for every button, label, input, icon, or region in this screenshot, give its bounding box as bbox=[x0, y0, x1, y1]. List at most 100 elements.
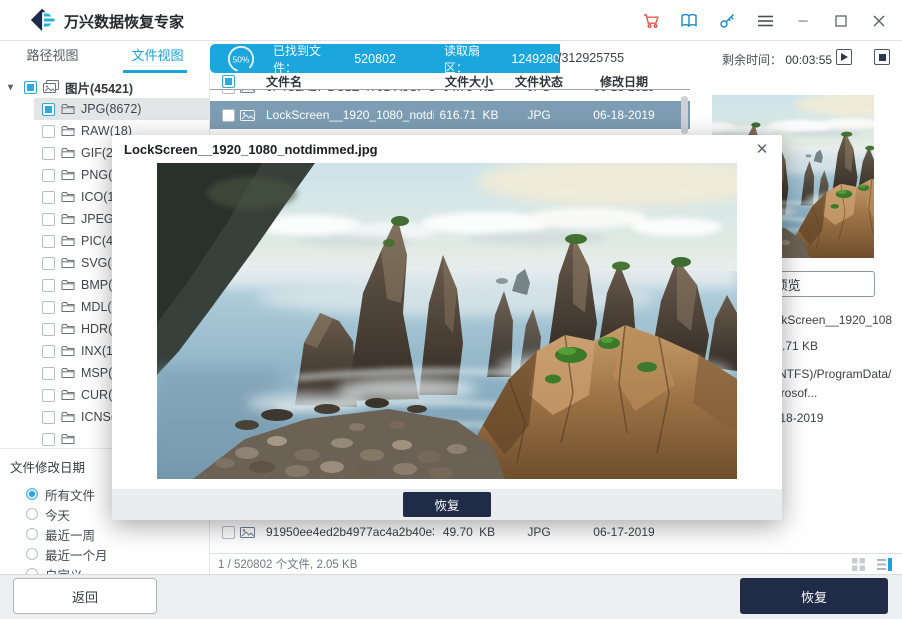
found-files-label: 已找到文件： bbox=[273, 42, 344, 76]
pictures-icon bbox=[43, 80, 59, 94]
modal-footer: 恢复 bbox=[112, 489, 782, 520]
image-file-icon bbox=[240, 527, 255, 538]
cell-file-status: JPG bbox=[504, 525, 574, 539]
radio-icon[interactable] bbox=[26, 508, 38, 520]
preview-modal: LockScreen__1920_1080_notdimmed.jpg ✕ 恢复 bbox=[112, 135, 782, 520]
view-tabs: 路径视图 文件视图 bbox=[0, 41, 210, 73]
tree-item-checkbox[interactable] bbox=[42, 147, 55, 160]
minimize-button[interactable]: ─ bbox=[794, 12, 812, 30]
grid-view-icon[interactable] bbox=[852, 558, 865, 571]
folder-icon bbox=[61, 257, 75, 269]
cell-modified-date: 06-18-2019 bbox=[574, 90, 674, 94]
radio-icon[interactable] bbox=[26, 528, 38, 540]
app-window: 万兴数据恢复专家 bbox=[0, 0, 902, 619]
scan-progress-bar: 50% 已找到文件： 520802 读取扇区： 1249280 /3129257… bbox=[210, 41, 902, 73]
tree-item-checkbox[interactable] bbox=[42, 169, 55, 182]
modal-recover-button[interactable]: 恢复 bbox=[403, 492, 491, 517]
tree-item-jpg[interactable]: JPG(8672) bbox=[34, 98, 209, 120]
chevron-down-icon[interactable]: ▾ bbox=[8, 82, 18, 93]
cell-file-name: 0F4C2A27-DC1E-4791-A5CF-379BB... bbox=[264, 90, 434, 94]
row-checkbox[interactable] bbox=[222, 526, 235, 539]
tree-item-checkbox[interactable] bbox=[42, 389, 55, 402]
close-button[interactable] bbox=[870, 12, 888, 30]
table-row-partial[interactable] bbox=[210, 546, 690, 553]
maximize-button[interactable] bbox=[832, 12, 850, 30]
tab-path-view[interactable]: 路径视图 bbox=[0, 41, 105, 73]
header-file-name[interactable]: 文件名 bbox=[264, 73, 434, 90]
list-view-icon[interactable] bbox=[877, 558, 892, 571]
radio-icon[interactable] bbox=[26, 548, 38, 560]
resume-scan-button[interactable] bbox=[836, 49, 852, 65]
tree-item-checkbox[interactable] bbox=[42, 323, 55, 336]
modal-close-icon[interactable]: ✕ bbox=[752, 139, 772, 159]
image-file-icon bbox=[240, 110, 255, 121]
header-file-status[interactable]: 文件状态 bbox=[504, 73, 574, 90]
row-checkbox[interactable] bbox=[222, 109, 235, 122]
radio-label: 最近一个月 bbox=[45, 545, 108, 564]
folder-icon bbox=[61, 367, 75, 379]
tree-item-checkbox[interactable] bbox=[42, 191, 55, 204]
cell-modified-date: 06-17-2019 bbox=[574, 525, 674, 539]
tree-item-checkbox[interactable] bbox=[42, 433, 55, 446]
tree-root-pictures[interactable]: ▾图片(45421) bbox=[0, 76, 209, 98]
folder-icon bbox=[61, 279, 75, 291]
tree-item-checkbox[interactable] bbox=[42, 301, 55, 314]
register-key-icon[interactable] bbox=[718, 12, 736, 30]
radio-icon[interactable] bbox=[26, 488, 38, 500]
row-checkbox[interactable] bbox=[222, 90, 235, 94]
cell-file-size: 616.71 KB bbox=[434, 108, 504, 122]
sectors-total-value: /312925755 bbox=[558, 51, 624, 65]
select-all-checkbox[interactable] bbox=[222, 75, 235, 88]
tree-item-checkbox[interactable] bbox=[42, 257, 55, 270]
app-logo-icon bbox=[30, 7, 56, 33]
date-filter-option[interactable]: 最近一个月 bbox=[10, 544, 209, 564]
modal-header: LockScreen__1920_1080_notdimmed.jpg ✕ bbox=[112, 135, 782, 163]
table-row[interactable]: 0F4C2A27-DC1E-4791-A5CF-379BB...94.78 KB… bbox=[210, 90, 690, 101]
radio-label: 最近一周 bbox=[45, 525, 95, 544]
date-filter-option[interactable]: 最近一周 bbox=[10, 524, 209, 544]
stop-scan-button[interactable] bbox=[874, 49, 890, 65]
tree-item-checkbox[interactable] bbox=[42, 235, 55, 248]
tree-item-checkbox[interactable] bbox=[42, 345, 55, 358]
folder-icon bbox=[61, 147, 75, 159]
folder-icon bbox=[61, 213, 75, 225]
bottom-action-bar: 返回 恢复 bbox=[0, 574, 902, 619]
tree-root-checkbox[interactable] bbox=[24, 81, 37, 94]
scrollbar-thumb[interactable] bbox=[681, 96, 688, 134]
found-files-value: 520802 bbox=[354, 52, 396, 66]
folder-icon bbox=[61, 323, 75, 335]
folder-icon bbox=[61, 345, 75, 357]
file-list-header: 文件名 文件大小 文件状态 修改日期 bbox=[210, 73, 690, 90]
tree-item-checkbox[interactable] bbox=[42, 411, 55, 424]
app-title: 万兴数据恢复专家 bbox=[64, 11, 184, 32]
table-row[interactable]: 91950ee4ed2b4977ac4a2b40e36bf...49.70 KB… bbox=[210, 518, 690, 546]
radio-label: 所有文件 bbox=[45, 485, 95, 504]
preview-image bbox=[157, 163, 737, 479]
modal-title: LockScreen__1920_1080_notdimmed.jpg bbox=[124, 142, 378, 157]
tree-item-checkbox[interactable] bbox=[42, 213, 55, 226]
recover-button[interactable]: 恢复 bbox=[740, 578, 888, 614]
scan-percent-ring: 50% bbox=[227, 45, 255, 73]
folder-icon bbox=[61, 389, 75, 401]
tree-item-checkbox[interactable] bbox=[42, 125, 55, 138]
guide-book-icon[interactable] bbox=[680, 12, 698, 30]
table-row[interactable]: LockScreen__1920_1080_notdimm...616.71 K… bbox=[210, 101, 690, 129]
tree-item-checkbox[interactable] bbox=[42, 367, 55, 380]
cell-file-name: 91950ee4ed2b4977ac4a2b40e36bf... bbox=[264, 525, 434, 539]
folder-icon bbox=[61, 433, 75, 445]
subheader: 路径视图 文件视图 50% 已找到文件： 520802 读取扇区： 124928… bbox=[0, 41, 902, 73]
folder-icon bbox=[61, 191, 75, 203]
cell-file-size: 49.70 KB bbox=[434, 525, 504, 539]
header-modified-date[interactable]: 修改日期 bbox=[574, 73, 674, 90]
tree-item-checkbox[interactable] bbox=[42, 279, 55, 292]
tab-file-view[interactable]: 文件视图 bbox=[105, 41, 210, 73]
cell-modified-date: 06-18-2019 bbox=[574, 108, 674, 122]
folder-icon bbox=[61, 125, 75, 137]
header-file-size[interactable]: 文件大小 bbox=[434, 73, 504, 90]
tree-item-checkbox[interactable] bbox=[42, 103, 55, 116]
back-button[interactable]: 返回 bbox=[13, 578, 157, 614]
scan-percent: 50% bbox=[233, 54, 250, 64]
menu-icon[interactable] bbox=[756, 12, 774, 30]
folder-icon bbox=[61, 301, 75, 313]
store-cart-icon[interactable] bbox=[642, 12, 660, 30]
